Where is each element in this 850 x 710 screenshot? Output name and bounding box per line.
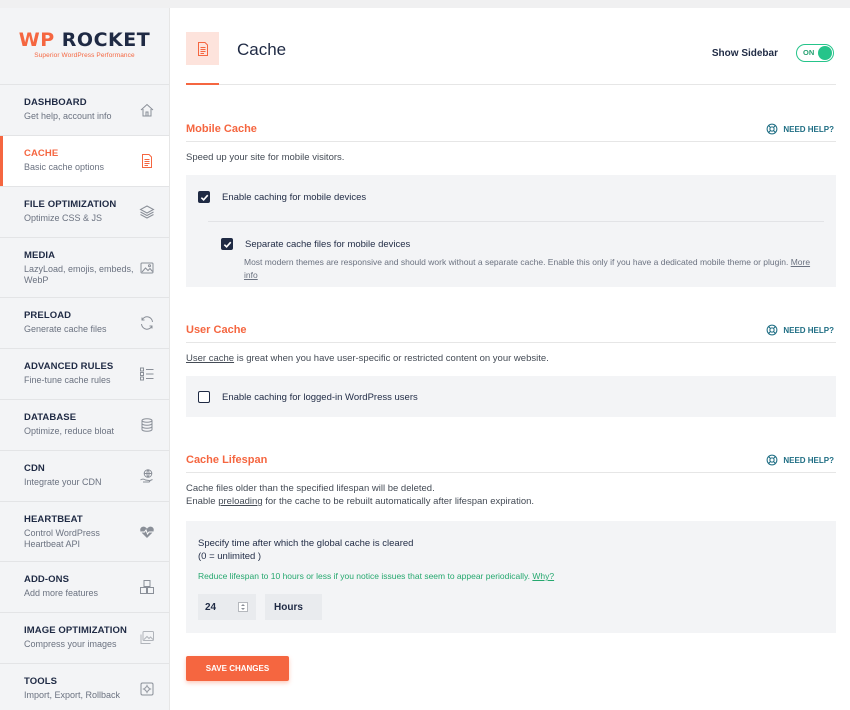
cache-lifespan-section-header: Cache Lifespan NEED HELP?: [186, 449, 836, 473]
database-icon: [141, 418, 153, 432]
sidebar-item-file-optimization[interactable]: FILE OPTIMIZATION Optimize CSS & JS: [0, 186, 169, 237]
document-icon: [197, 41, 208, 56]
user-cache-description: User cache is great when you have user-s…: [186, 353, 549, 364]
sidebar-item-subtitle: Import, Export, Rollback: [24, 690, 121, 700]
enable-logged-in-cache-label: Enable caching for logged-in WordPress u…: [222, 391, 418, 403]
top-strip: [0, 0, 850, 8]
checkmark-icon: [200, 194, 208, 201]
logo-tagline: Superior WordPress Performance: [34, 52, 135, 59]
lifespan-unit-select[interactable]: Hours: [265, 594, 322, 620]
sidebar-item-subtitle: Add more features: [24, 588, 99, 598]
mobile-cache-section-header: Mobile Cache NEED HELP?: [186, 118, 836, 142]
show-sidebar-toggle[interactable]: ON: [796, 44, 834, 62]
sidebar-item-image-optimization[interactable]: IMAGE OPTIMIZATION Compress your images: [0, 612, 169, 663]
tools-icon: [140, 682, 154, 696]
enable-mobile-cache-label: Enable caching for mobile devices: [222, 191, 367, 203]
mobile-cache-description: Speed up your site for mobile visitors.: [186, 152, 345, 163]
need-help-link[interactable]: NEED HELP?: [766, 454, 834, 466]
user-cache-link[interactable]: User cache: [186, 353, 234, 364]
sidebar-item-preload[interactable]: PRELOAD Generate cache files: [0, 297, 169, 348]
section-title: Mobile Cache: [186, 123, 257, 135]
checkmark-icon: [223, 241, 231, 248]
heartbeat-icon: [140, 526, 154, 538]
sidebar: WP ROCKET Superior WordPress Performance…: [0, 8, 170, 710]
sidebar-item-subtitle: Fine-tune cache rules: [24, 375, 111, 385]
lifespan-warning: Reduce lifespan to 10 hours or less if y…: [198, 571, 555, 581]
show-sidebar-label: Show Sidebar: [711, 48, 778, 59]
image-icon: [140, 262, 154, 273]
refresh-icon: [141, 316, 153, 330]
boxes-icon: [140, 580, 154, 594]
save-changes-button[interactable]: SAVE CHANGES: [186, 656, 289, 681]
enable-logged-in-cache-checkbox[interactable]: [198, 391, 210, 403]
sidebar-item-subtitle: Optimize CSS & JS: [24, 213, 103, 223]
cache-page-icon-box: [186, 32, 219, 65]
user-cache-panel: Enable caching for logged-in WordPress u…: [186, 376, 836, 417]
sidebar-item-subtitle: Integrate your CDN: [24, 477, 102, 487]
toggle-state-text: ON: [803, 48, 815, 57]
enable-mobile-cache-checkbox[interactable]: [198, 191, 210, 203]
sidebar-item-subtitle: Generate cache files: [24, 324, 107, 334]
main-content: Cache Show Sidebar ON Mobile Cache NEED …: [186, 8, 836, 681]
user-cache-option: Enable caching for logged-in WordPress u…: [198, 391, 418, 403]
sidebar-item-subtitle: Control WordPress Heartbeat API: [24, 528, 100, 549]
separate-cache-help-text: Most modern themes are responsive and sh…: [244, 257, 811, 280]
sidebar-item-dashboard[interactable]: DASHBOARD Get help, account info: [0, 84, 169, 135]
need-help-link[interactable]: NEED HELP?: [766, 324, 834, 336]
cdn-icon: [140, 469, 153, 483]
wp-rocket-logo[interactable]: WP ROCKET Superior WordPress Performance: [0, 8, 169, 84]
user-cache-section-header: User Cache NEED HELP?: [186, 319, 836, 343]
lifebuoy-icon: [766, 454, 778, 466]
house-icon: [140, 103, 154, 117]
need-help-link[interactable]: NEED HELP?: [766, 123, 834, 135]
sidebar-item-cache[interactable]: CACHE Basic cache options: [0, 135, 169, 186]
sidebar-item-subtitle: Optimize, reduce bloat: [24, 426, 115, 436]
images-icon: [140, 631, 154, 644]
lifebuoy-icon: [766, 324, 778, 336]
sidebar-item-database[interactable]: DATABASE Optimize, reduce bloat: [0, 399, 169, 450]
option-divider: [208, 221, 824, 222]
sidebar-item-subtitle: Basic cache options: [24, 162, 105, 172]
sidebar-item-subtitle: Compress your images: [24, 639, 117, 649]
cache-lifespan-description: Cache files older than the specified lif…: [186, 483, 535, 507]
separate-cache-files-label: Separate cache files for mobile devices: [245, 238, 411, 250]
mobile-cache-panel: Enable caching for mobile devices Separa…: [186, 175, 836, 287]
mobile-cache-option: Enable caching for mobile devices: [198, 191, 366, 203]
page-header: Cache Show Sidebar ON: [186, 8, 836, 85]
list-icon: [140, 367, 154, 381]
sidebar-item-advanced-rules[interactable]: ADVANCED RULES Fine-tune cache rules: [0, 348, 169, 399]
lifespan-question: Specify time after which the global cach…: [198, 538, 414, 562]
sidebar-item-subtitle: LazyLoad, emojis, embeds, WebP: [24, 264, 134, 285]
layers-icon: [139, 205, 155, 219]
sidebar-item-add-ons[interactable]: ADD-ONS Add more features: [0, 561, 169, 612]
separate-cache-files-checkbox[interactable]: [221, 238, 233, 250]
page-title: Cache: [237, 40, 287, 59]
why-link[interactable]: Why?: [532, 571, 554, 581]
lifebuoy-icon: [766, 123, 778, 135]
sidebar-item-heartbeat[interactable]: HEARTBEAT Control WordPress Heartbeat AP…: [0, 501, 169, 561]
document-icon: [142, 154, 152, 168]
sidebar-item-media[interactable]: MEDIA LazyLoad, emojis, embeds, WebP: [0, 237, 169, 297]
logo-text: WP ROCKET: [18, 29, 151, 51]
section-title: User Cache: [186, 324, 247, 336]
number-spinner-icon[interactable]: [238, 602, 248, 612]
separate-cache-option: Separate cache files for mobile devices: [221, 238, 410, 250]
preloading-link[interactable]: preloading: [218, 496, 262, 507]
toggle-knob: [818, 46, 832, 60]
sidebar-item-cdn[interactable]: CDN Integrate your CDN: [0, 450, 169, 501]
cache-lifespan-panel: Specify time after which the global cach…: [186, 521, 836, 633]
sidebar-item-tools[interactable]: TOOLS Import, Export, Rollback: [0, 663, 169, 710]
lifespan-value-input[interactable]: 24: [198, 594, 256, 620]
title-underline: [186, 83, 219, 85]
sidebar-item-subtitle: Get help, account info: [24, 111, 112, 121]
section-title: Cache Lifespan: [186, 454, 268, 466]
